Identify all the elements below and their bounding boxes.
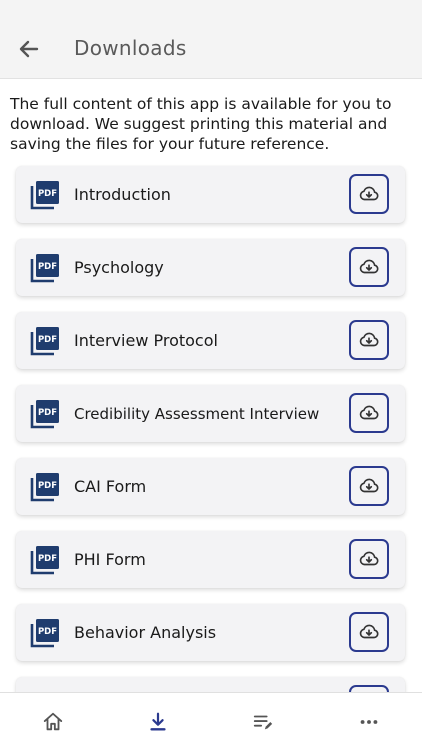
pdf-icon: PDF — [30, 473, 59, 502]
nav-home[interactable] — [40, 709, 66, 735]
download-item-interview-protocol[interactable]: PDF Interview Protocol — [16, 312, 405, 369]
download-item-behavior-analysis[interactable]: PDF Behavior Analysis — [16, 604, 405, 661]
pdf-icon: PDF — [30, 619, 59, 648]
pdf-icon: PDF — [30, 327, 59, 356]
download-button[interactable] — [349, 539, 389, 579]
download-item-label: Psychology — [74, 258, 164, 277]
nav-more[interactable] — [356, 709, 382, 735]
pdf-icon: PDF — [30, 400, 59, 429]
download-item-label: Behavior Analysis — [74, 623, 217, 642]
more-horizontal-icon — [360, 720, 378, 724]
download-item-partial[interactable] — [16, 677, 405, 692]
cloud-download-icon — [359, 186, 379, 201]
nav-downloads[interactable] — [145, 709, 171, 735]
download-item-label: Introduction — [74, 185, 171, 204]
download-button[interactable] — [349, 174, 389, 214]
download-button[interactable] — [349, 320, 389, 360]
download-button[interactable] — [349, 685, 389, 692]
svg-text:PDF: PDF — [38, 262, 57, 272]
svg-text:PDF: PDF — [38, 408, 57, 418]
download-button[interactable] — [349, 247, 389, 287]
cloud-download-icon — [359, 624, 379, 639]
home-icon — [43, 712, 63, 731]
download-item-label: Interview Protocol — [74, 331, 218, 350]
cloud-download-icon — [359, 332, 379, 347]
svg-text:PDF: PDF — [38, 335, 57, 345]
notes-edit-icon — [253, 715, 273, 730]
page-title: Downloads — [74, 36, 187, 60]
download-button[interactable] — [349, 466, 389, 506]
download-item-label: CAI Form — [74, 477, 147, 496]
cloud-download-icon — [359, 551, 379, 566]
download-item-cai-form[interactable]: PDF CAI Form — [16, 458, 405, 515]
pdf-icon: PDF — [30, 546, 59, 575]
download-item-label: Credibility Assessment Interview — [74, 405, 320, 423]
cloud-download-icon — [359, 478, 379, 493]
back-button[interactable] — [12, 32, 46, 66]
download-item-credibility-assessment-interview[interactable]: PDF Credibility Assessment Interview — [16, 385, 405, 442]
pdf-icon: PDF — [30, 181, 59, 210]
svg-text:PDF: PDF — [38, 554, 57, 564]
nav-notes[interactable] — [250, 709, 276, 735]
cloud-download-icon — [359, 405, 379, 420]
download-button[interactable] — [349, 612, 389, 652]
arrow-left-icon — [19, 40, 39, 58]
download-icon — [150, 712, 166, 731]
download-item-introduction[interactable]: PDF Introduction — [16, 166, 405, 223]
svg-text:PDF: PDF — [38, 481, 57, 491]
bottom-nav — [0, 692, 422, 750]
download-item-phi-form[interactable]: PDF PHI Form — [16, 531, 405, 588]
downloads-list[interactable]: PDF Introduction PDF Psychology PDF Inte… — [0, 162, 422, 692]
intro-text: The full content of this app is availabl… — [10, 95, 392, 153]
svg-text:PDF: PDF — [38, 627, 57, 637]
download-item-psychology[interactable]: PDF Psychology — [16, 239, 405, 296]
download-button[interactable] — [349, 393, 389, 433]
svg-text:PDF: PDF — [38, 189, 57, 199]
pdf-icon: PDF — [30, 254, 59, 283]
download-item-label: PHI Form — [74, 550, 146, 569]
cloud-download-icon — [359, 259, 379, 274]
app-header: Downloads — [0, 0, 422, 79]
